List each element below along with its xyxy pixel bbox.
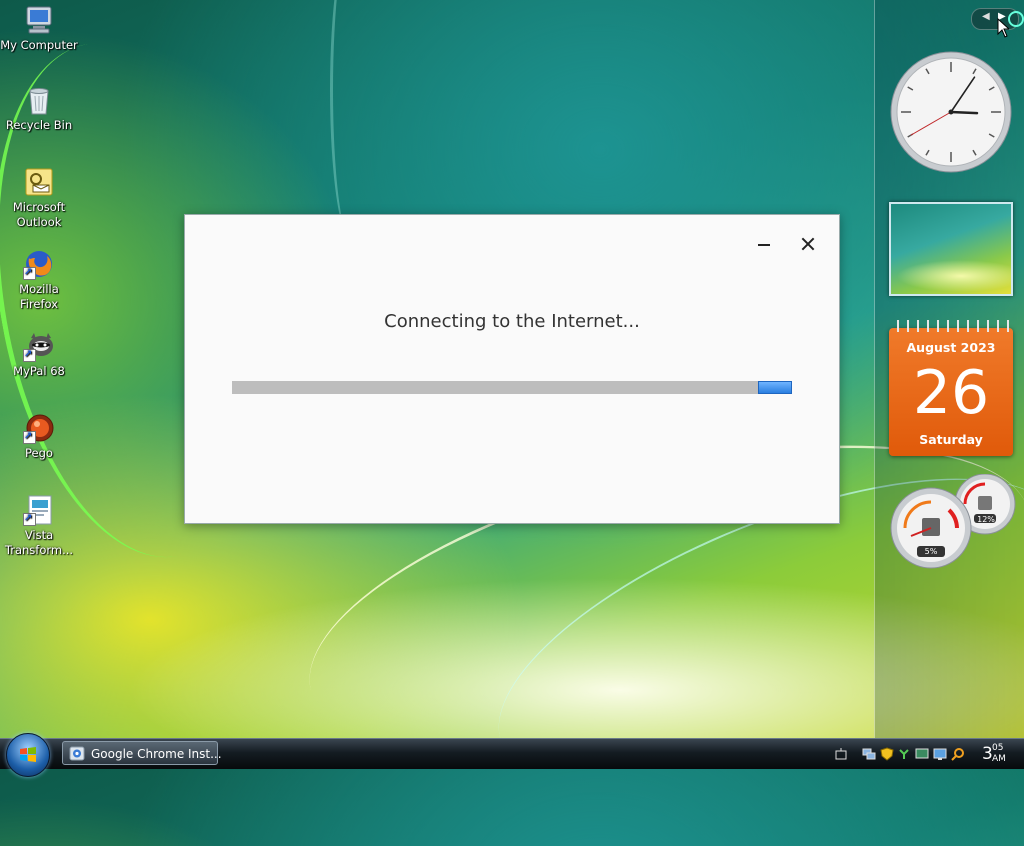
security-shield-icon[interactable] [880,747,894,761]
outlook-icon [23,166,55,198]
progress-indicator [758,381,792,394]
desktop-icon-label: Recycle Bin [5,118,73,132]
desktop-icon-label: Microsoft Outlook [12,200,66,229]
desktop-icon-label: Vista Transform... [4,528,74,557]
gadget-icon[interactable] [897,747,911,761]
display-icon[interactable] [933,747,947,761]
mypal-icon [23,330,55,362]
memory-percent: 12% [977,515,995,524]
shortcut-arrow-icon [23,347,36,362]
recycle-bin-icon [23,84,55,116]
calendar-day: 26 [912,358,990,428]
shortcut-arrow-icon [23,265,36,280]
desktop-icon-my-computer[interactable]: My Computer [0,4,78,53]
add-gadget-icon[interactable] [1008,11,1024,27]
desktop-icon-label: Pego [25,446,53,460]
taskbar: Google Chrome Inst... 3 05 AM [0,733,1024,777]
minimize-button[interactable] [753,233,775,255]
desktop-icon-pego[interactable]: Pego [0,412,78,461]
desktop-icon-label: Mozilla Firefox [19,282,59,311]
taskbar-button-chrome-installer[interactable]: Google Chrome Inst... [62,741,222,765]
firefox-icon [23,248,55,280]
desktop-icon-mypal[interactable]: MyPal 68 [0,330,78,379]
close-button[interactable] [797,233,819,255]
keyboard-icon[interactable] [834,747,848,761]
calendar-month: August 2023 [906,340,996,355]
desktop-icon-label: My Computer [0,38,78,52]
status-text: Connecting to the Internet... [384,311,640,332]
cpu-percent: 5% [924,547,938,556]
shortcut-arrow-icon [23,511,36,526]
clock-gadget[interactable] [889,50,1013,174]
calendar-rings [893,320,1009,332]
vista-transform-icon [23,494,55,526]
pego-icon [23,412,55,444]
calendar-weekday: Saturday [919,432,983,447]
chrome-installer-icon [69,746,85,761]
computer-icon [23,4,55,36]
slideshow-gadget[interactable] [889,202,1013,296]
sidebar-controls[interactable]: ◀ ▶ [971,8,1024,30]
desktop-icon-label: MyPal 68 [13,364,65,378]
clock-hour-hand [949,110,979,115]
clock-ampm: AM [992,754,1006,764]
previous-icon[interactable]: ◀ [982,11,990,22]
windows-flag-icon [20,747,36,762]
progress-bar [232,381,792,394]
desktop-icon-firefox[interactable]: Mozilla Firefox [0,248,78,312]
wallpaper-streak [330,0,373,240]
start-button[interactable] [6,733,50,777]
desktop-icon-outlook[interactable]: Microsoft Outlook [0,166,78,230]
chrome-installer-dialog: Connecting to the Internet... [184,214,840,524]
taskbar-button-label: Google Chrome Inst... [91,747,222,761]
calendar-page: August 2023 26 Saturday [889,328,1013,456]
mouse-cursor [997,18,1009,38]
desktop-icon-vista-transform[interactable]: Vista Transform... [0,494,78,558]
desktop-icon-recycle-bin[interactable]: Recycle Bin [0,84,78,133]
monitor-icon[interactable] [915,747,929,761]
windows-sidebar: ◀ ▶ August 2023 26 Saturday 12% 5% [874,0,1024,738]
network-icon[interactable] [862,747,876,761]
shortcut-arrow-icon [23,429,36,444]
cpu-meter-gadget[interactable]: 12% 5% [889,473,1017,574]
search-icon[interactable] [951,747,965,761]
calendar-gadget[interactable]: August 2023 26 Saturday [889,320,1013,458]
clock-minute: 05 [992,743,1004,753]
